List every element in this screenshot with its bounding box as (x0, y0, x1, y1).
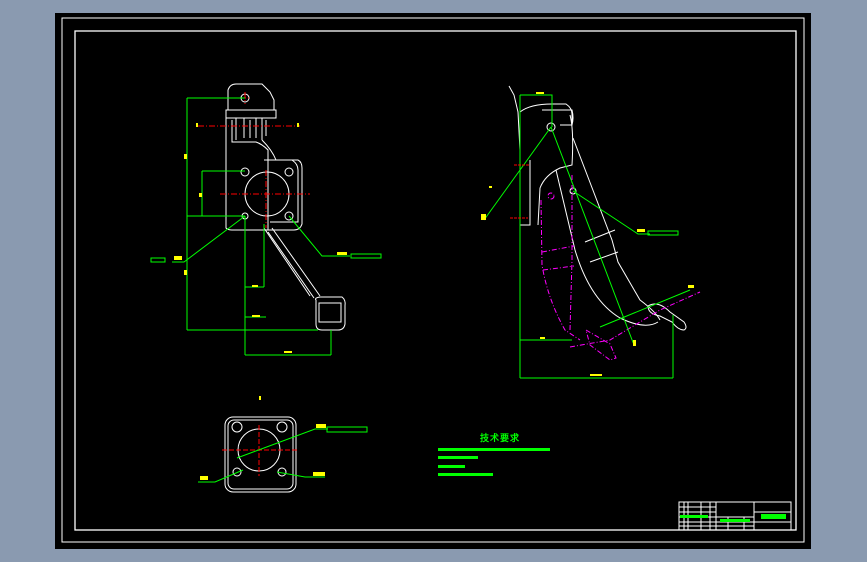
front-view (225, 83, 346, 331)
side-view (508, 85, 687, 331)
side-annotations (481, 92, 694, 376)
flange-dimensions (198, 426, 368, 483)
cad-drawing (61, 17, 805, 543)
flange-centerlines (222, 425, 298, 476)
side-phantom (540, 175, 701, 361)
flange-annotations (200, 396, 326, 480)
outer-border (61, 17, 805, 543)
technical-requirements-title: 技术要求 (480, 434, 521, 444)
technical-requirements-lines (438, 448, 550, 476)
inner-border (74, 30, 797, 531)
flange-view (224, 416, 297, 493)
title-block-text (680, 514, 786, 522)
front-annotations (174, 123, 347, 353)
